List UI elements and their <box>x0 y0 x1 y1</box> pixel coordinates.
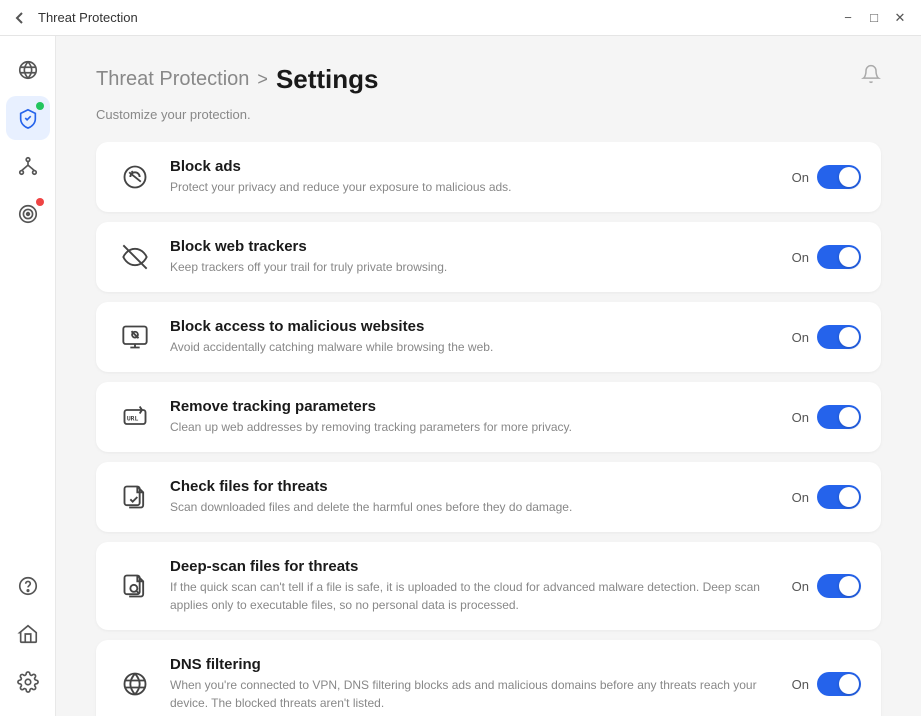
dns-filtering-icon <box>116 665 154 703</box>
deep-scan-files-title: Deep-scan files for threats <box>170 558 776 575</box>
sidebar-item-network[interactable] <box>6 144 50 188</box>
content-header: Threat Protection > Settings <box>56 36 921 107</box>
block-ads-toggle[interactable] <box>817 165 861 189</box>
block-web-trackers-description: Keep trackers off your trail for truly p… <box>170 258 776 276</box>
remove-tracking-params-description: Clean up web addresses by removing track… <box>170 418 776 436</box>
deep-scan-files-toggle[interactable] <box>817 574 861 598</box>
block-ads-icon <box>116 158 154 196</box>
dns-filtering-status-label: On <box>792 677 809 692</box>
deep-scan-files-icon <box>116 567 154 605</box>
breadcrumb-chevron: > <box>257 69 268 90</box>
sidebar-item-shield[interactable] <box>6 96 50 140</box>
notification-bell-icon[interactable] <box>861 64 881 89</box>
window-controls: − □ ✕ <box>839 9 909 27</box>
setting-card-check-files-threats: Check files for threats Scan downloaded f… <box>96 462 881 532</box>
block-malicious-websites-status-label: On <box>792 330 809 345</box>
block-web-trackers-title: Block web trackers <box>170 238 776 255</box>
sidebar <box>0 36 56 716</box>
content-subtitle: Customize your protection. <box>56 107 921 142</box>
breadcrumb-current: Settings <box>276 64 379 95</box>
block-malicious-websites-icon <box>116 318 154 356</box>
remove-tracking-params-status-label: On <box>792 410 809 425</box>
sidebar-item-settings[interactable] <box>6 660 50 704</box>
sidebar-item-globe[interactable] <box>6 48 50 92</box>
check-files-threats-description: Scan downloaded files and delete the har… <box>170 498 776 516</box>
check-files-threats-title: Check files for threats <box>170 478 776 495</box>
block-web-trackers-toggle[interactable] <box>817 245 861 269</box>
block-web-trackers-icon <box>116 238 154 276</box>
sidebar-item-target[interactable] <box>6 192 50 236</box>
setting-card-block-web-trackers: Block web trackers Keep trackers off your… <box>96 222 881 292</box>
sidebar-item-home[interactable] <box>6 612 50 656</box>
back-button[interactable] <box>12 10 28 26</box>
setting-card-block-malicious-websites: Block access to malicious websites Avoid … <box>96 302 881 372</box>
block-malicious-websites-toggle[interactable] <box>817 325 861 349</box>
block-web-trackers-status-label: On <box>792 250 809 265</box>
dns-filtering-title: DNS filtering <box>170 656 776 673</box>
dns-filtering-description: When you're connected to VPN, DNS filter… <box>170 676 776 712</box>
minimize-button[interactable]: − <box>839 9 857 27</box>
sidebar-item-help[interactable] <box>6 564 50 608</box>
check-files-threats-icon <box>116 478 154 516</box>
settings-list: Block ads Protect your privacy and reduce… <box>56 142 921 716</box>
close-button[interactable]: ✕ <box>891 9 909 27</box>
maximize-button[interactable]: □ <box>865 9 883 27</box>
block-ads-description: Protect your privacy and reduce your exp… <box>170 178 776 196</box>
setting-card-dns-filtering: DNS filtering When you're connected to VP… <box>96 640 881 716</box>
check-files-threats-toggle[interactable] <box>817 485 861 509</box>
dns-filtering-toggle[interactable] <box>817 672 861 696</box>
window-title: Threat Protection <box>38 10 138 25</box>
remove-tracking-params-icon: URL <box>116 398 154 436</box>
block-malicious-websites-description: Avoid accidentally catching malware whil… <box>170 338 776 356</box>
deep-scan-files-description: If the quick scan can't tell if a file i… <box>170 578 776 614</box>
block-ads-title: Block ads <box>170 158 776 175</box>
breadcrumb: Threat Protection > Settings <box>96 64 379 95</box>
block-ads-status-label: On <box>792 170 809 185</box>
svg-text:URL: URL <box>127 415 139 423</box>
main-content: Threat Protection > Settings Customize y… <box>56 36 921 716</box>
setting-card-remove-tracking-params: URL Remove tracking parameters Clean up w… <box>96 382 881 452</box>
setting-card-deep-scan-files: Deep-scan files for threats If the quick … <box>96 542 881 630</box>
remove-tracking-params-toggle[interactable] <box>817 405 861 429</box>
breadcrumb-parent: Threat Protection <box>96 68 249 91</box>
remove-tracking-params-title: Remove tracking parameters <box>170 398 776 415</box>
check-files-threats-status-label: On <box>792 490 809 505</box>
deep-scan-files-status-label: On <box>792 579 809 594</box>
setting-card-block-ads: Block ads Protect your privacy and reduce… <box>96 142 881 212</box>
block-malicious-websites-title: Block access to malicious websites <box>170 318 776 335</box>
title-bar: Threat Protection − □ ✕ <box>0 0 921 36</box>
